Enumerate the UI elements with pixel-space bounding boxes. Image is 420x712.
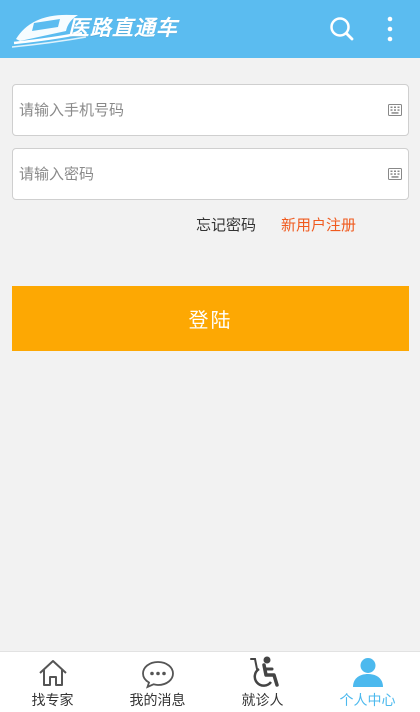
keyboard-icon[interactable] (388, 168, 402, 180)
register-link[interactable]: 新用户注册 (281, 214, 356, 235)
person-icon (352, 658, 383, 687)
tab-profile[interactable]: 个人中心 (315, 652, 420, 712)
more-menu-button[interactable] (378, 13, 402, 45)
chat-bubble-icon (141, 661, 174, 689)
search-button[interactable] (326, 13, 358, 45)
wheelchair-icon (249, 656, 279, 687)
app-header: 医路直通车 (0, 0, 420, 58)
tab-label: 个人中心 (339, 693, 396, 709)
password-field (12, 148, 409, 200)
tab-patients[interactable]: 就诊人 (210, 652, 315, 712)
keyboard-icon[interactable] (388, 104, 402, 116)
tab-label: 找专家 (31, 693, 74, 709)
search-icon (330, 17, 354, 41)
bottom-tab-bar: 找专家 我的消息 就诊人 个人中心 (0, 651, 420, 712)
tab-my-messages[interactable]: 我的消息 (105, 652, 210, 712)
password-input[interactable] (19, 149, 379, 199)
login-button[interactable]: 登陆 (12, 286, 409, 351)
home-icon (38, 660, 67, 686)
tab-find-expert[interactable]: 找专家 (0, 652, 105, 712)
phone-input[interactable] (19, 85, 379, 135)
tab-label: 我的消息 (129, 693, 186, 709)
more-vertical-icon (387, 16, 393, 42)
phone-field (12, 84, 409, 136)
tab-label: 就诊人 (241, 693, 284, 709)
forgot-password-link[interactable]: 忘记密码 (196, 214, 256, 235)
app-title: 医路直通车 (68, 16, 178, 40)
